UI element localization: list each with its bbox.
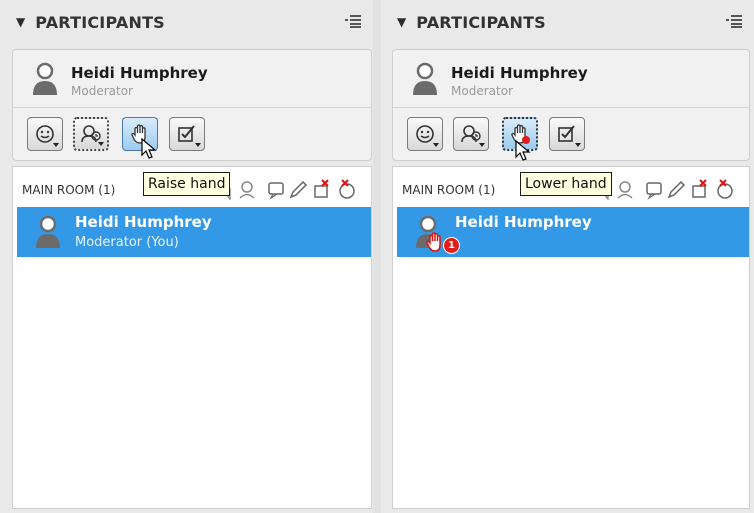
clear-hands-icon[interactable] (339, 179, 355, 199)
room-label: MAIN ROOM (1) (22, 183, 116, 197)
avatar (36, 215, 60, 248)
avatar (413, 62, 437, 95)
pencil-icon[interactable] (289, 180, 308, 199)
avatar (33, 62, 57, 95)
chevron-down-icon (98, 142, 104, 146)
participant-role: Moderator (You) (75, 235, 179, 250)
chevron-down-icon (53, 143, 59, 147)
checkbox-button[interactable] (549, 117, 585, 151)
chat-icon[interactable] (646, 182, 662, 200)
clear-hands-icon[interactable] (717, 179, 733, 199)
emoticon-icon (416, 125, 434, 143)
room-toolbar-icons (224, 179, 355, 200)
user-status-button[interactable] (73, 117, 109, 151)
emoticon-icon (36, 125, 54, 143)
my-status-card: Heidi Humphrey Moderator (392, 49, 750, 161)
my-info-row: Heidi Humphrey Moderator (13, 50, 371, 108)
participant-row[interactable]: 1 Heidi Humphrey (397, 207, 749, 257)
my-role: Moderator (451, 84, 513, 98)
lower-hand-tooltip: Lower hand (520, 172, 612, 196)
room-toolbar-icons (602, 179, 733, 200)
raised-hand-icon (426, 232, 441, 252)
emoticon-button[interactable] (407, 117, 443, 151)
chat-icon[interactable] (268, 182, 284, 200)
emoticon-button[interactable] (27, 117, 63, 151)
room-label: MAIN ROOM (1) (402, 183, 496, 197)
panel-title: PARTICIPANTS (416, 12, 546, 32)
my-name: Heidi Humphrey (71, 64, 208, 82)
my-name: Heidi Humphrey (451, 64, 588, 82)
checkbox-button[interactable] (169, 117, 205, 151)
clear-status-icon[interactable] (314, 179, 329, 198)
chevron-down-icon (195, 143, 201, 147)
chevron-down-icon (433, 143, 439, 147)
list-menu-icon[interactable] (345, 14, 361, 28)
my-status-card: Heidi Humphrey Moderator (12, 49, 372, 161)
main-room-list: MAIN ROOM (1) 1 Heidi Humphrey (392, 166, 750, 509)
mouse-cursor-icon (141, 138, 157, 159)
participant-name: Heidi Humphrey (75, 213, 212, 231)
participant-row[interactable]: Heidi Humphrey Moderator (You) (17, 207, 371, 257)
chevron-down-icon (479, 143, 485, 147)
raise-hand-tooltip: Raise hand (143, 172, 231, 196)
hand-count-badge: 1 (443, 237, 460, 254)
pencil-icon[interactable] (667, 180, 686, 199)
user-status-icon (461, 125, 481, 143)
user-icon[interactable] (239, 181, 255, 199)
user-icon[interactable] (617, 181, 633, 199)
panel-divider (373, 0, 381, 513)
checkbox-icon (178, 125, 195, 142)
my-role: Moderator (71, 84, 133, 98)
mouse-cursor-icon (515, 140, 531, 161)
triangle-down-icon[interactable]: ▼ (397, 15, 406, 29)
my-info-row: Heidi Humphrey Moderator (393, 50, 749, 108)
triangle-down-icon[interactable]: ▼ (16, 15, 25, 29)
user-status-button[interactable] (453, 117, 489, 151)
chevron-down-icon (575, 143, 581, 147)
panel-header[interactable]: ▼ PARTICIPANTS (381, 0, 754, 44)
checkbox-icon (558, 125, 575, 142)
participants-panel-left: ▼ PARTICIPANTS Heidi Humphrey Moderator (0, 0, 373, 513)
user-status-icon (81, 125, 101, 143)
panel-title: PARTICIPANTS (35, 12, 165, 32)
clear-status-icon[interactable] (692, 179, 707, 198)
main-room-list: MAIN ROOM (1) Heidi Humphrey Moderator (… (12, 166, 372, 509)
participants-panel-right: ▼ PARTICIPANTS Heidi Humphrey Moderator (381, 0, 754, 513)
list-menu-icon[interactable] (726, 14, 742, 28)
participant-name: Heidi Humphrey (455, 213, 592, 231)
panel-header[interactable]: ▼ PARTICIPANTS (0, 0, 373, 44)
